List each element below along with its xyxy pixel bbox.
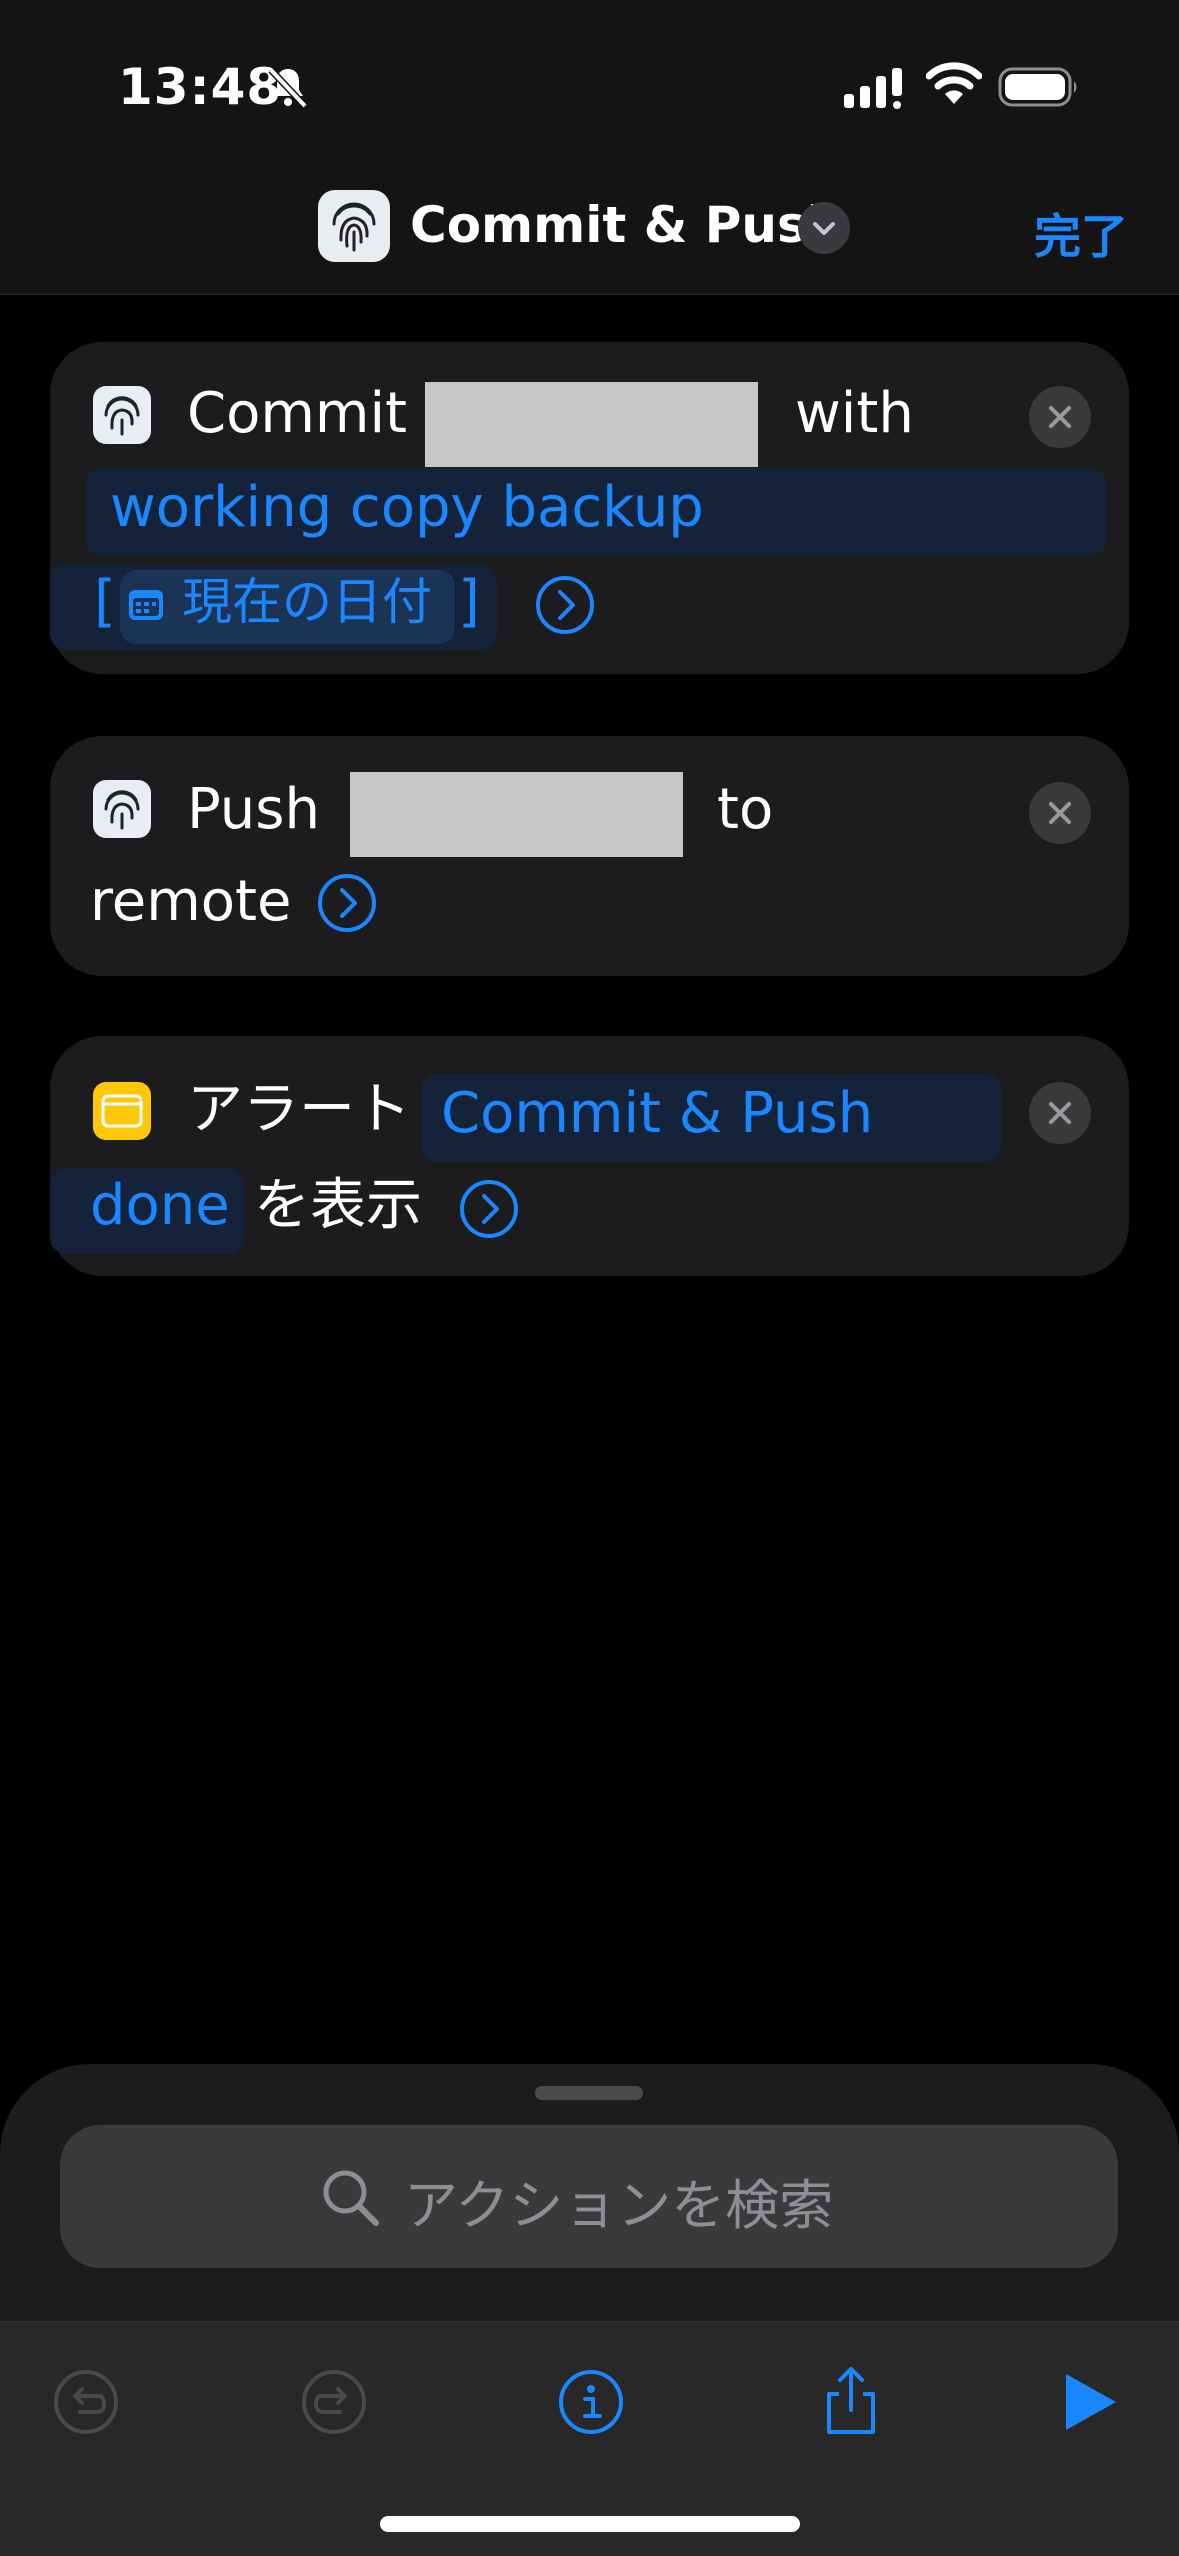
alert-text-token-continued[interactable]: done (90, 1168, 230, 1244)
alert-window-icon (93, 1082, 151, 1140)
action-card-alert[interactable]: アラート Commit & Push done を表示 (50, 1036, 1129, 1276)
repository-parameter-redacted[interactable] (350, 772, 683, 857)
current-date-variable[interactable]: 現在の日付 (182, 564, 432, 640)
fingerprint-icon (93, 780, 151, 838)
chevron-right-circle-icon[interactable] (316, 872, 378, 934)
chevron-right-circle-icon[interactable] (458, 1178, 520, 1240)
muted-bell-icon (268, 67, 308, 109)
close-icon[interactable] (1029, 386, 1091, 448)
fingerprint-icon[interactable] (318, 190, 390, 262)
action-card-commit[interactable]: Commit with working copy backup [ 現在の日付 … (50, 342, 1129, 674)
alert-label: アラート (187, 1077, 411, 1142)
bracket-open: [ (94, 569, 116, 634)
done-button[interactable]: 完了 (1034, 198, 1128, 267)
repository-parameter-redacted[interactable] (425, 382, 758, 467)
status-time: 13:48 (118, 58, 283, 116)
battery-icon (998, 67, 1077, 107)
search-placeholder: アクションを検索 (404, 2174, 834, 2237)
show-label: を表示 (254, 1173, 422, 1238)
action-search-sheet: アクションを検索 (0, 2064, 1179, 2556)
commit-message-token[interactable]: working copy backup (110, 470, 704, 546)
search-icon (323, 2170, 379, 2226)
fingerprint-icon (93, 386, 151, 444)
chevron-right-circle-icon[interactable] (534, 574, 596, 636)
commit-label: Commit (187, 381, 407, 446)
with-label: with (795, 381, 914, 446)
play-icon[interactable] (1050, 2362, 1130, 2442)
calendar-icon (129, 590, 163, 620)
navigation-bar: Commit & Push 完了 (0, 170, 1179, 295)
push-label: Push (187, 777, 320, 842)
action-search-field[interactable]: アクションを検索 (60, 2125, 1118, 2268)
undo-icon[interactable] (46, 2362, 126, 2442)
remote-label: remote (90, 869, 292, 934)
alert-text-token[interactable]: Commit & Push (441, 1076, 873, 1152)
info-icon[interactable] (551, 2362, 631, 2442)
to-label: to (717, 777, 774, 842)
close-icon[interactable] (1029, 1082, 1091, 1144)
home-indicator[interactable] (380, 2516, 800, 2532)
status-bar: 13:48 (0, 0, 1179, 170)
chevron-down-icon[interactable] (798, 202, 850, 254)
redo-icon[interactable] (294, 2362, 374, 2442)
wifi-icon (926, 62, 982, 104)
signal-icon (844, 68, 902, 109)
action-card-push[interactable]: Push to remote (50, 736, 1129, 976)
close-icon[interactable] (1029, 782, 1091, 844)
bracket-close: ] (458, 569, 480, 634)
sheet-grabber[interactable] (535, 2086, 643, 2100)
share-icon[interactable] (811, 2362, 891, 2442)
shortcut-title[interactable]: Commit & Push (410, 196, 842, 254)
